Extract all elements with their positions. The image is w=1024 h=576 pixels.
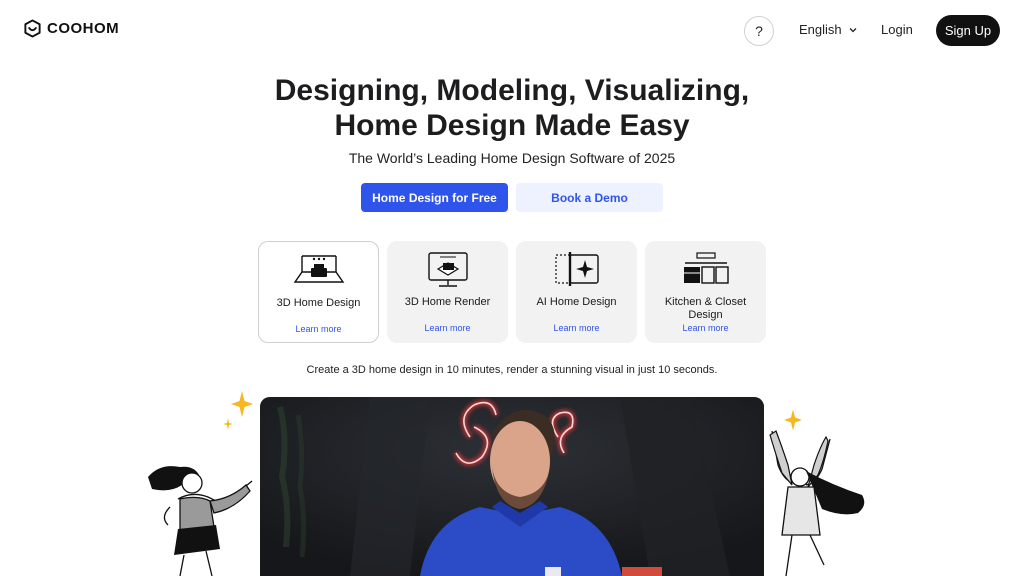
feature-card-kitchen-closet-design[interactable]: Kitchen & Closet Design Learn more	[645, 241, 766, 343]
card-title: Kitchen & Closet Design	[664, 296, 747, 321]
dancing-woman-illustration-left	[148, 466, 253, 576]
card-title: 3D Home Design	[276, 297, 361, 309]
headline-line-2: Home Design Made Easy	[334, 109, 690, 142]
learn-more-link[interactable]: Learn more	[387, 323, 508, 333]
monitor-render-icon	[427, 252, 468, 287]
learn-more-link[interactable]: Learn more	[516, 323, 637, 333]
help-button[interactable]: ?	[744, 16, 774, 46]
hero-video[interactable]	[260, 397, 764, 576]
sparkle-small-icon	[223, 418, 233, 430]
ai-sparkle-icon	[554, 252, 599, 286]
feature-card-3d-home-design[interactable]: 3D Home Design Learn more	[258, 241, 379, 343]
home-design-free-button[interactable]: Home Design for Free	[361, 183, 508, 212]
cabinet-icon	[683, 252, 729, 284]
logo[interactable]: COOHOM	[23, 19, 119, 38]
logo-text: COOHOM	[47, 20, 120, 37]
login-link[interactable]: Login	[881, 22, 913, 37]
headline-line-1: Designing, Modeling, Visualizing,	[274, 74, 750, 107]
page-title: Designing, Modeling, Visualizing, Home D…	[0, 73, 1024, 143]
card-title: 3D Home Render	[404, 296, 491, 308]
card-title: AI Home Design	[536, 296, 617, 308]
feature-card-ai-home-design[interactable]: AI Home Design Learn more	[516, 241, 637, 343]
learn-more-link[interactable]: Learn more	[645, 323, 766, 333]
video-frame-image	[260, 397, 764, 576]
language-label: English	[799, 22, 842, 37]
chevron-down-icon	[849, 27, 857, 32]
feature-card-3d-home-render[interactable]: 3D Home Render Learn more	[387, 241, 508, 343]
signup-button[interactable]: Sign Up	[936, 15, 1000, 46]
subheadline: The World’s Leading Home Design Software…	[348, 150, 676, 166]
sparkle-icon	[231, 391, 253, 417]
room-icon	[293, 255, 344, 283]
jumping-woman-illustration-right	[769, 430, 865, 576]
top-nav: COOHOM ? English Login Sign Up	[0, 0, 1024, 62]
book-demo-button[interactable]: Book a Demo	[516, 183, 663, 212]
learn-more-link[interactable]: Learn more	[259, 324, 378, 334]
tagline: Create a 3D home design in 10 minutes, r…	[306, 364, 718, 376]
coohom-logo-icon	[24, 19, 41, 38]
language-selector[interactable]: English	[799, 22, 858, 37]
